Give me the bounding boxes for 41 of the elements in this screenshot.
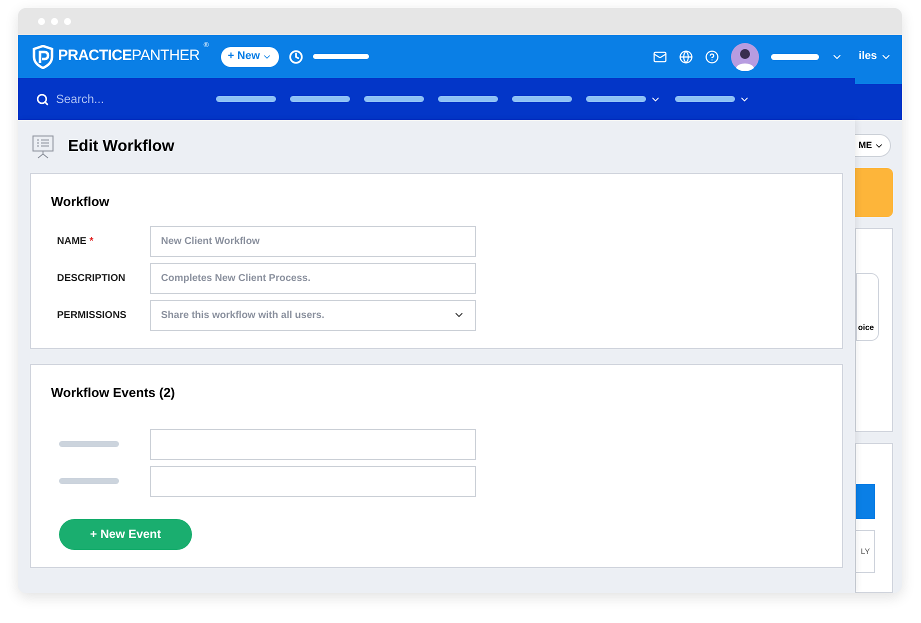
mail-icon[interactable] — [652, 50, 667, 64]
field-label: NAME — [57, 234, 86, 248]
pill-button[interactable]: ME — [855, 134, 891, 157]
alert-card — [855, 168, 893, 217]
help-icon[interactable] — [704, 50, 719, 64]
text-field[interactable]: Completes New Client Process. — [150, 262, 476, 294]
search-icon — [36, 92, 49, 106]
globe-icon[interactable] — [678, 50, 693, 64]
nav-item[interactable] — [364, 96, 424, 102]
section-title: Workflow — [51, 193, 110, 211]
table-header-cell: LY — [856, 530, 875, 573]
nav-item[interactable] — [586, 94, 661, 104]
nav-item[interactable] — [675, 94, 750, 104]
nav-item[interactable] — [438, 96, 498, 102]
nav-item[interactable] — [290, 96, 350, 102]
text-placeholder-bar — [59, 478, 119, 484]
nav-item[interactable] — [512, 96, 572, 102]
nav-item[interactable] — [216, 96, 276, 102]
text-placeholder-bar — [312, 54, 369, 59]
search-field[interactable]: Search... — [56, 90, 176, 108]
tile-label: oice — [858, 322, 874, 334]
permissions-select[interactable]: Share this workflow with all users. — [150, 300, 476, 330]
avatar[interactable] — [730, 42, 759, 70]
user-name-bar — [770, 54, 819, 60]
event-field[interactable] — [150, 466, 476, 496]
required-mark: * — [89, 234, 94, 248]
section-title: Workflow Events (2) — [51, 384, 176, 402]
new-event-button[interactable]: + New Event — [59, 518, 192, 550]
banner-bar — [856, 484, 875, 519]
shield-logo-icon — [32, 44, 54, 68]
text-placeholder-bar — [59, 441, 119, 447]
presentation-board-icon — [32, 134, 54, 158]
new-button[interactable]: + New — [220, 46, 279, 66]
page-title: Edit Workflow — [68, 136, 174, 156]
menu-button[interactable]: iles — [858, 48, 892, 65]
text-field[interactable]: New Client Workflow — [150, 226, 476, 256]
clock-icon[interactable] — [288, 50, 303, 64]
brand-name: PRACTICEPANTHER — [58, 46, 200, 66]
field-label: DESCRIPTION — [57, 272, 126, 286]
field-label: PERMISSIONS — [57, 308, 126, 322]
event-field[interactable] — [150, 428, 476, 460]
